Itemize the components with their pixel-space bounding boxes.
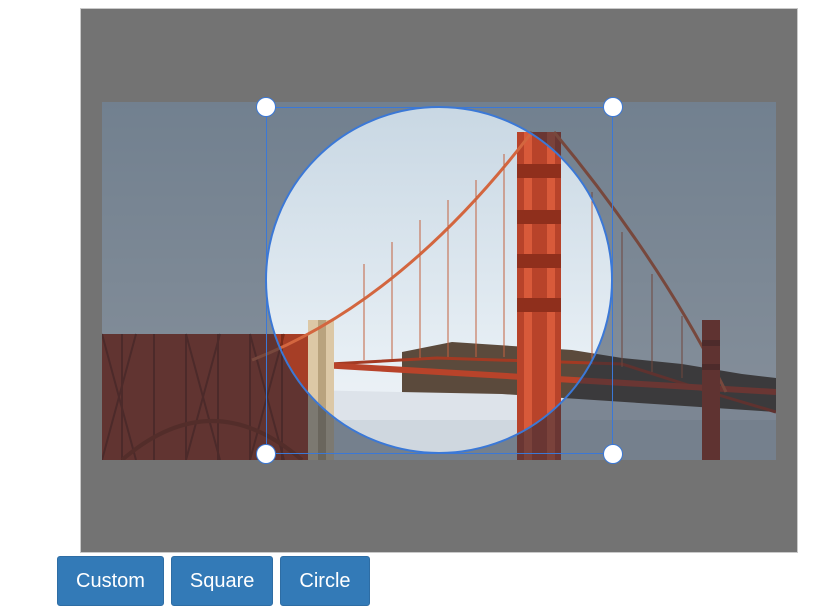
crop-shape-toolbar: Custom Square Circle bbox=[57, 556, 370, 606]
resize-handle-bottom-right[interactable] bbox=[603, 444, 623, 464]
square-button[interactable]: Square bbox=[170, 556, 274, 606]
resize-handle-top-right[interactable] bbox=[603, 97, 623, 117]
resize-handle-bottom-left[interactable] bbox=[256, 444, 276, 464]
circle-button[interactable]: Circle bbox=[280, 556, 370, 606]
crop-selection-box[interactable] bbox=[256, 97, 623, 464]
cropper-canvas[interactable] bbox=[80, 8, 798, 553]
resize-handle-top-left[interactable] bbox=[256, 97, 276, 117]
custom-button[interactable]: Custom bbox=[57, 556, 164, 606]
